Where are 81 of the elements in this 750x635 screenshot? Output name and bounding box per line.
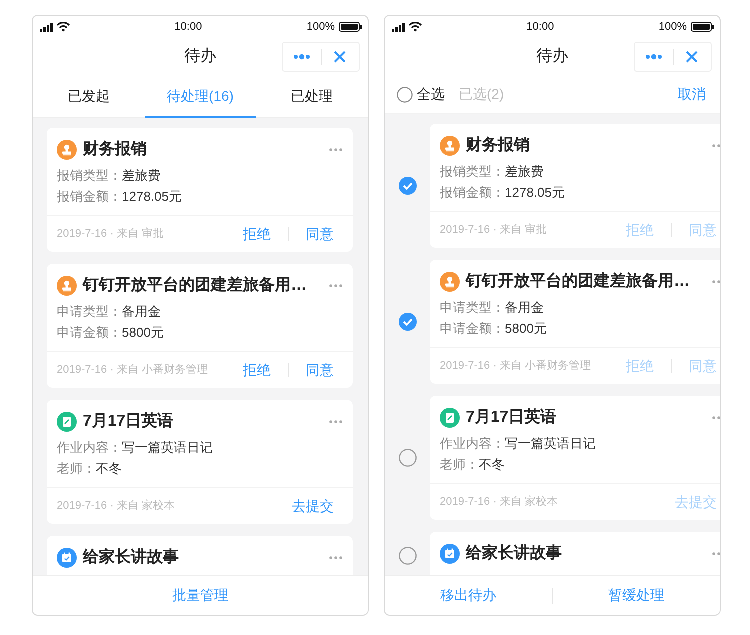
card-meta: 2019-7-16 · 来自 小番财务管理 xyxy=(57,362,209,378)
card-title: 给家长讲故事 xyxy=(466,543,563,564)
field-label: 报销金额： xyxy=(440,185,505,200)
card-title: 钉钉开放平台的团建差旅备用… xyxy=(466,272,691,292)
action-link[interactable]: 同意 xyxy=(289,360,334,380)
page-title: 待办 xyxy=(536,46,568,67)
field-value: 不冬 xyxy=(96,461,122,476)
task-card[interactable]: 给家长讲故事 xyxy=(47,536,353,575)
close-icon xyxy=(686,51,698,63)
field-label: 老师： xyxy=(57,461,96,476)
footer-button[interactable]: 暂缓处理 xyxy=(553,576,720,615)
checkbox[interactable] xyxy=(398,177,416,195)
status-time: 10:00 xyxy=(526,20,554,35)
card-title: 财务报销 xyxy=(83,140,148,160)
field-label: 报销类型： xyxy=(57,168,122,183)
card-title: 钉钉开放平台的团建差旅备用… xyxy=(83,276,308,296)
field-label: 申请类型： xyxy=(440,300,505,315)
card-meta: 2019-7-16 · 来自 家校本 xyxy=(440,494,559,510)
card-title: 7月17日英语 xyxy=(83,412,175,432)
field-value: 备用金 xyxy=(505,300,544,315)
wifi-icon xyxy=(409,22,422,32)
field-value: 写一篇英语日记 xyxy=(122,440,213,455)
field-value: 1278.05元 xyxy=(122,189,182,204)
field-value: 不冬 xyxy=(479,457,505,472)
page-title: 待办 xyxy=(184,46,216,67)
field-value: 差旅费 xyxy=(122,168,161,183)
field-value: 写一篇英语日记 xyxy=(505,436,596,451)
card-meta: 2019-7-16 · 来自 小番财务管理 xyxy=(440,358,592,374)
field-label: 老师： xyxy=(440,457,479,472)
field-label: 申请金额： xyxy=(440,321,505,336)
wifi-icon xyxy=(57,22,70,32)
card-title: 7月17日英语 xyxy=(466,408,558,428)
close-icon xyxy=(334,51,346,63)
selected-count: 已选(2) xyxy=(459,85,504,104)
battery-icon xyxy=(690,22,714,32)
action-link[interactable]: 拒绝 xyxy=(226,360,288,380)
field-label: 申请类型： xyxy=(57,304,122,319)
field-value: 1278.05元 xyxy=(505,185,565,200)
action-link[interactable]: 同意 xyxy=(289,224,334,244)
footer-button[interactable]: 移出待办 xyxy=(385,576,552,615)
field-label: 报销类型： xyxy=(440,164,505,179)
battery-percent: 100% xyxy=(658,20,687,35)
more-icon[interactable] xyxy=(329,420,343,424)
checkbox[interactable] xyxy=(398,547,416,565)
cancel-button[interactable]: 取消 xyxy=(678,84,706,105)
battery-percent: 100% xyxy=(306,20,335,35)
more-icon[interactable] xyxy=(329,284,343,288)
card-meta: 2019-7-16 · 来自 家校本 xyxy=(57,498,176,514)
checkbox[interactable] xyxy=(398,313,416,331)
more-icon[interactable] xyxy=(329,148,343,152)
field-label: 申请金额： xyxy=(57,325,122,340)
signal-icon xyxy=(40,22,53,32)
select-all-checkbox[interactable] xyxy=(397,86,413,102)
field-value: 5800元 xyxy=(122,325,164,340)
task-card[interactable]: 钉钉开放平台的团建差旅备用… 申请类型：备用金 申请金额：5800元 2019-7-16 · 来自 小番财务管理 拒绝 同意 xyxy=(47,264,353,388)
field-label: 报销金额： xyxy=(57,189,122,204)
signal-icon xyxy=(392,22,405,32)
status-time: 10:00 xyxy=(174,20,202,35)
task-card[interactable]: 给家长讲故事 xyxy=(430,532,720,575)
field-value: 5800元 xyxy=(505,321,547,336)
footer-button[interactable]: 批量管理 xyxy=(33,576,368,615)
field-value: 差旅费 xyxy=(505,164,544,179)
more-icon xyxy=(292,54,311,60)
card-title: 给家长讲故事 xyxy=(83,547,180,568)
card-title: 财务报销 xyxy=(466,136,531,156)
checkbox[interactable] xyxy=(398,449,416,467)
action-link[interactable]: 去提交 xyxy=(275,496,334,516)
tab[interactable]: 已发起 xyxy=(33,76,145,118)
field-label: 作业内容： xyxy=(440,436,505,451)
card-meta: 2019-7-16 · 来自 审批 xyxy=(57,226,165,242)
tab[interactable]: 已处理 xyxy=(256,76,368,118)
field-label: 作业内容： xyxy=(57,440,122,455)
more-icon xyxy=(644,54,663,60)
task-card[interactable]: 7月17日英语 作业内容：写一篇英语日记 老师：不冬 2019-7-16 · 来自 家校本 去提交 xyxy=(47,400,353,524)
field-value: 备用金 xyxy=(122,304,161,319)
action-link[interactable]: 拒绝 xyxy=(226,224,288,244)
more-icon[interactable] xyxy=(329,556,343,560)
task-card[interactable]: 财务报销 报销类型：差旅费 报销金额：1278.05元 2019-7-16 · 来自 审批 拒绝 同意 xyxy=(47,128,353,252)
select-all-label[interactable]: 全选 xyxy=(417,84,445,105)
card-meta: 2019-7-16 · 来自 审批 xyxy=(440,222,548,238)
battery-icon xyxy=(338,22,362,32)
